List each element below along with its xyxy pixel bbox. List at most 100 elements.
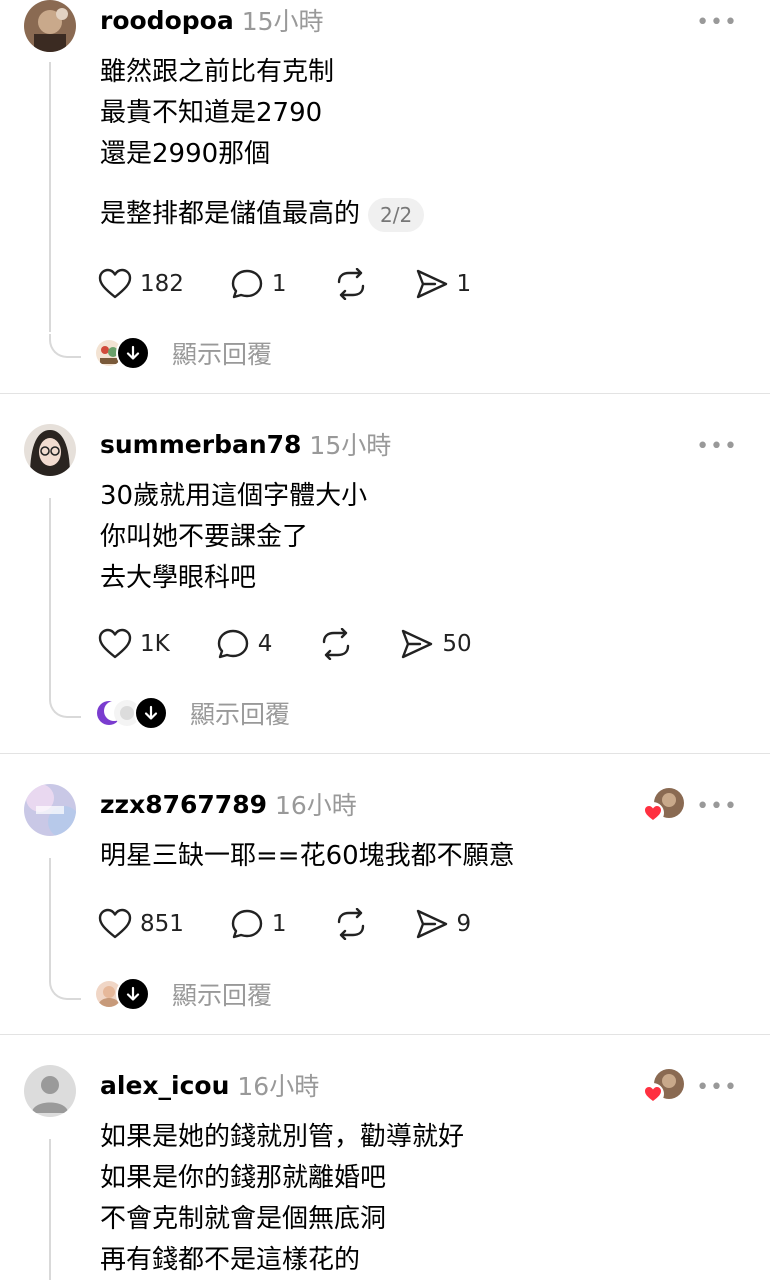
repost-icon xyxy=(323,628,350,660)
action-bar: 851 1 9 xyxy=(98,904,471,944)
post-summerban78: summerban78 15小時 ••• 30歲就用這個字體大小 你叫她不要課金… xyxy=(0,424,770,752)
thread-line xyxy=(49,1139,51,1280)
comment-button[interactable]: 1 xyxy=(230,908,287,940)
share-button[interactable]: 1 xyxy=(415,268,472,300)
arrow-down-icon xyxy=(116,977,150,1011)
comment-count: 4 xyxy=(257,631,273,657)
post-roodopoa: roodopoa 15小時 ••• 雖然跟之前比有克制 最貴不知道是2790 還… xyxy=(0,0,770,393)
more-icon[interactable]: ••• xyxy=(696,10,738,35)
thread-hook xyxy=(49,694,81,718)
avatar[interactable] xyxy=(24,1065,76,1117)
thread-line xyxy=(49,858,51,976)
avatar[interactable] xyxy=(24,424,76,476)
comment-button[interactable]: 1 xyxy=(230,268,287,300)
more-icon[interactable]: ••• xyxy=(696,794,738,819)
timestamp: 16小時 xyxy=(275,791,357,820)
thread-line xyxy=(49,62,51,332)
post-text: 30歲就用這個字體大小 你叫她不要課金了 去大學眼科吧 xyxy=(100,476,367,599)
like-button[interactable]: 1K xyxy=(98,628,170,660)
text-line: 還是2990那個 xyxy=(100,139,271,169)
text-line: 明星三缺一耶==花60塊我都不願意 xyxy=(100,841,515,871)
comment-icon xyxy=(231,269,263,299)
comment-icon xyxy=(217,629,248,659)
text-line: 雖然跟之前比有克制 xyxy=(100,57,335,87)
arrow-down-icon xyxy=(134,696,168,730)
show-replies-link[interactable]: 顯示回覆 xyxy=(172,335,272,371)
timestamp: 15小時 xyxy=(309,431,392,460)
comment-button[interactable]: 4 xyxy=(216,628,273,660)
like-button[interactable]: 182 xyxy=(98,268,184,300)
post-text: 明星三缺一耶==花60塊我都不願意 xyxy=(100,836,515,877)
send-icon xyxy=(402,629,433,659)
more-icon[interactable]: ••• xyxy=(696,434,738,459)
repost-icon xyxy=(337,268,364,300)
avatar[interactable] xyxy=(24,784,76,836)
repost-button[interactable] xyxy=(333,908,369,940)
username[interactable]: alex_icou xyxy=(100,1071,229,1100)
send-icon xyxy=(416,269,447,299)
thread-line xyxy=(49,498,51,694)
show-replies-link[interactable]: 顯示回覆 xyxy=(172,976,272,1012)
comment-count: 1 xyxy=(271,911,287,937)
repost-button[interactable] xyxy=(333,268,369,300)
post-alex-icou: alex_icou 16小時 ••• 如果是她的錢就別管，勸導就好 如果是你的錢… xyxy=(0,1065,770,1280)
repost-button[interactable] xyxy=(318,628,354,660)
text-line: 去大學眼科吧 xyxy=(100,563,257,593)
page-indicator: 2/2 xyxy=(368,197,425,232)
share-count: 9 xyxy=(456,911,472,937)
send-icon xyxy=(416,909,447,939)
text-line: 再有錢都不是這樣花的 xyxy=(100,1245,361,1275)
share-count: 1 xyxy=(456,271,472,297)
show-replies-link[interactable]: 顯示回覆 xyxy=(190,695,290,731)
post-text: 雖然跟之前比有克制 最貴不知道是2790 還是2990那個 xyxy=(100,52,334,175)
heart-icon xyxy=(642,802,664,824)
post-zzx8767789: zzx8767789 16小時 ••• 明星三缺一耶==花60塊我都不願意 85… xyxy=(0,784,770,1034)
replies-row[interactable]: 顯示回覆 xyxy=(96,333,272,373)
more-icon[interactable]: ••• xyxy=(696,1075,738,1100)
avatar[interactable] xyxy=(24,0,76,52)
username[interactable]: roodopoa xyxy=(100,6,234,35)
timestamp: 15小時 xyxy=(241,7,324,36)
repost-icon xyxy=(337,908,364,940)
share-button[interactable]: 50 xyxy=(400,628,472,660)
text-line: 是整排都是儲值最高的 xyxy=(100,199,361,229)
author-liked-avatar xyxy=(642,1069,684,1105)
text-line: 最貴不知道是2790 xyxy=(100,98,323,128)
heart-icon xyxy=(98,628,132,659)
post-text-extra: 是整排都是儲值最高的 2/2 xyxy=(100,194,425,235)
post-header: alex_icou 16小時 xyxy=(100,1065,319,1105)
like-count: 1K xyxy=(140,631,170,657)
like-count: 182 xyxy=(140,271,184,297)
divider xyxy=(0,1034,770,1035)
username[interactable]: summerban78 xyxy=(100,430,301,459)
share-count: 50 xyxy=(442,631,472,657)
text-line: 不會克制就會是個無底洞 xyxy=(100,1204,387,1234)
share-button[interactable]: 9 xyxy=(415,908,472,940)
post-header: roodopoa 15小時 xyxy=(100,0,324,40)
divider xyxy=(0,393,770,394)
post-text: 如果是她的錢就別管，勸導就好 如果是你的錢那就離婚吧 不會克制就會是個無底洞 再… xyxy=(100,1117,464,1281)
heart-icon xyxy=(98,908,132,939)
post-header: summerban78 15小時 xyxy=(100,424,391,464)
like-button[interactable]: 851 xyxy=(98,908,184,940)
replies-row[interactable]: 顯示回覆 xyxy=(96,693,290,733)
arrow-down-icon xyxy=(116,336,150,370)
text-line: 如果是你的錢那就離婚吧 xyxy=(100,1163,387,1193)
action-bar: 1K 4 50 xyxy=(98,624,472,664)
heart-icon xyxy=(98,268,132,299)
heart-icon xyxy=(642,1083,664,1105)
like-count: 851 xyxy=(140,911,184,937)
thread-hook xyxy=(49,976,81,1000)
text-line: 你叫她不要課金了 xyxy=(100,522,309,552)
action-bar: 182 1 1 xyxy=(98,264,471,304)
comment-icon xyxy=(231,909,263,939)
post-header: zzx8767789 16小時 xyxy=(100,784,357,824)
divider xyxy=(0,753,770,754)
text-line: 如果是她的錢就別管，勸導就好 xyxy=(100,1122,465,1152)
timestamp: 16小時 xyxy=(237,1072,320,1101)
author-liked-avatar xyxy=(642,788,684,824)
username[interactable]: zzx8767789 xyxy=(100,790,267,819)
text-line: 30歲就用這個字體大小 xyxy=(100,481,368,511)
thread-hook xyxy=(49,334,81,358)
replies-row[interactable]: 顯示回覆 xyxy=(96,974,272,1014)
